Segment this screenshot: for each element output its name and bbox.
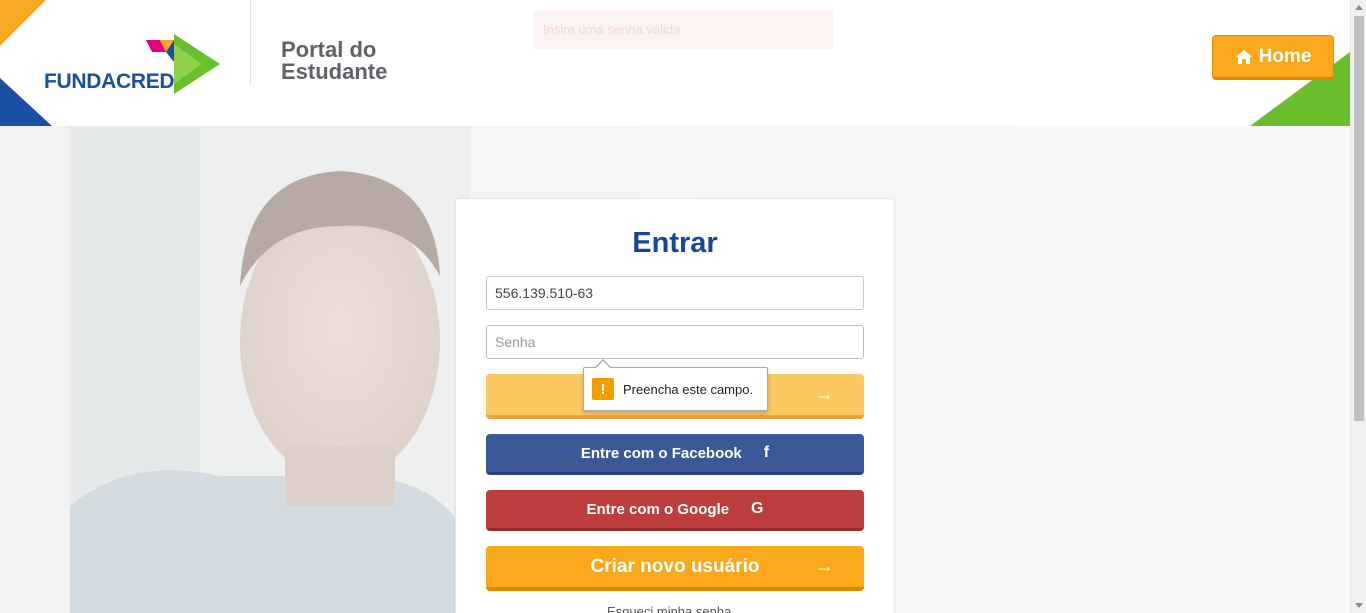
student-photo [70,126,470,613]
validation-message: Preencha este campo. [623,381,754,397]
portal-title-line1: Portal do [281,37,377,62]
page-scrollbar[interactable] [1350,0,1366,613]
scroll-up-icon[interactable] [1355,5,1363,10]
facebook-login-label: Entre com o Facebook [580,444,742,462]
google-login-button[interactable]: Entre com o Google G [486,490,864,531]
facebook-login-button[interactable]: Entre com o Facebook f [486,434,864,475]
google-icon: G [751,500,764,517]
brand-name: FUNDACRED [44,70,175,93]
forgot-password-link[interactable]: Esqueci minha senha [607,604,731,613]
create-user-label: Criar novo usuário [590,555,760,577]
login-title: Entrar [632,227,718,259]
arrow-right-icon: → [814,383,834,405]
google-login-label: Entre com o Google [586,500,730,518]
portal-title-line2: Estudante [281,59,388,84]
scrollbar-thumb[interactable] [1354,16,1364,421]
arrow-right-icon: → [814,555,834,577]
portal-title: Portal do Estudante [281,39,441,83]
fundacred-logo[interactable]: FUNDACRED [44,34,224,96]
corner-decoration-yellow [0,0,46,46]
header-divider [250,0,251,86]
create-user-button[interactable]: Criar novo usuário → [486,546,864,591]
facebook-icon: f [763,444,770,461]
home-button[interactable]: Home [1212,35,1334,80]
scroll-down-icon[interactable] [1355,603,1363,608]
cpf-input[interactable] [486,276,864,310]
home-icon [1235,49,1252,64]
password-input[interactable] [486,325,864,359]
error-toast: Insira uma senha válida [533,10,833,49]
home-button-label: Home [1258,45,1312,67]
validation-tooltip: ! Preencha este campo. [583,359,768,411]
warning-icon: ! [592,378,614,400]
